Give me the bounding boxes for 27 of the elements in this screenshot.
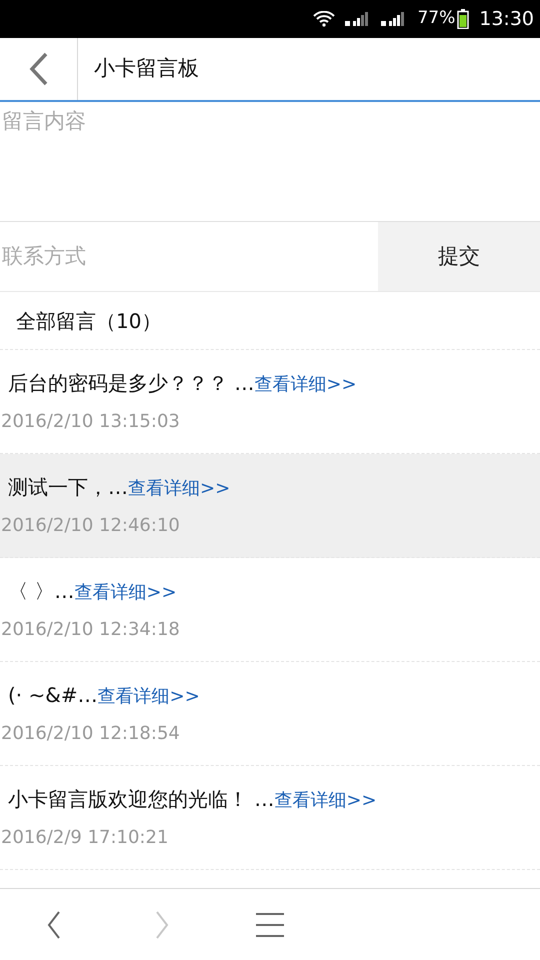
message-time: 2016/2/10 12:46:10 (0, 514, 181, 538)
chevron-right-icon (155, 910, 169, 938)
message-time: 2016/2/9 17:10:21 (0, 826, 170, 850)
wifi-icon (313, 11, 336, 27)
menu-icon (255, 912, 285, 938)
battery-percentage: 77% (417, 7, 456, 30)
contact-field[interactable]: 联系方式 (0, 222, 378, 291)
message-text: 〈 〉… (8, 579, 74, 603)
back-icon (28, 52, 48, 86)
chevron-left-icon (47, 910, 61, 938)
message-item[interactable]: 测试一下，…查看详细>> 2016/2/10 12:46:10 (0, 454, 540, 558)
message-text: 测试一下，… (8, 475, 128, 499)
details-link[interactable]: 查看详细>> (128, 478, 230, 499)
message-text: (· ~&#… (8, 683, 98, 707)
message-time: 2016/2/10 12:18:54 (0, 722, 181, 746)
submit-button[interactable]: 提交 (378, 222, 540, 291)
clock: 13:30 (479, 6, 534, 32)
message-text: 后台的密码是多少？？？ … (8, 371, 254, 395)
details-link[interactable]: 查看详细>> (98, 686, 200, 707)
message-time: 2016/2/10 13:15:03 (0, 410, 181, 434)
details-link[interactable]: 查看详细>> (254, 374, 357, 395)
message-text: 小卡留言版欢迎您的光临！ … (8, 787, 274, 811)
page-title: 小卡留言板 (94, 55, 199, 82)
message-time: 2016/2/10 12:34:18 (0, 618, 181, 642)
details-link[interactable]: 查看详细>> (274, 790, 377, 811)
details-link[interactable]: 查看详细>> (74, 582, 177, 603)
battery-icon (457, 9, 470, 29)
